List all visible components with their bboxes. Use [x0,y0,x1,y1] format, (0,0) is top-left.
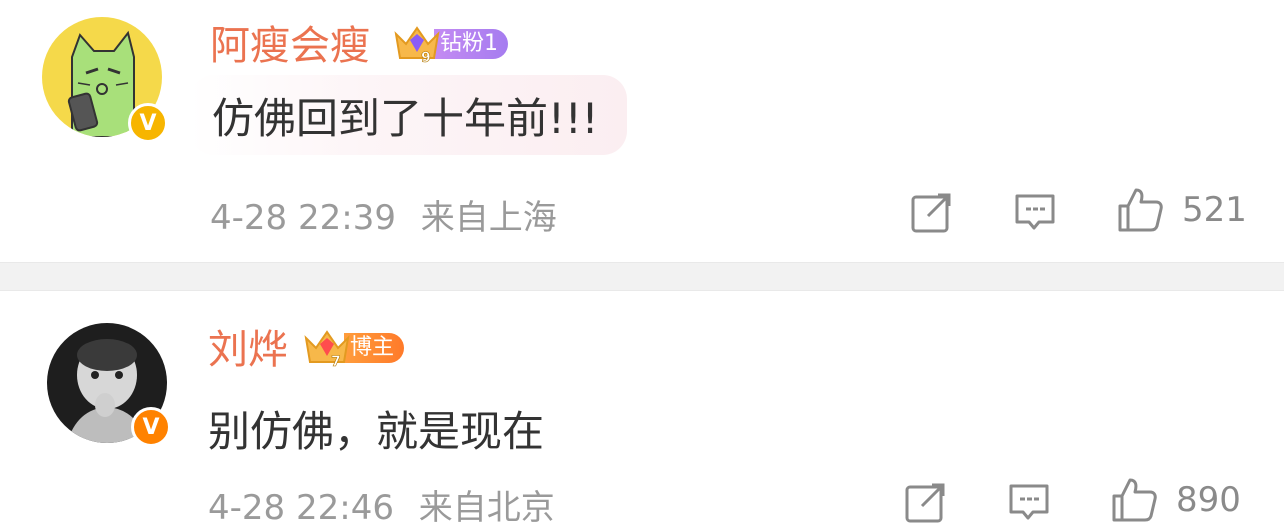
username[interactable]: 阿瘦会瘦 [210,26,370,66]
badge-label: 钻粉1 [434,29,508,59]
comment-text: 别仿佛，就是现在 [208,407,545,456]
location: 来自北京 [418,488,555,528]
creator-badge[interactable]: 7 博主 [302,330,405,370]
verified-badge: V [128,103,168,143]
crown-icon: 9 [392,22,442,66]
badge-level-number: 9 [421,50,431,66]
verified-badge: V [131,407,171,447]
like-count: 521 [1182,190,1247,230]
comment-text: 仿佛回到了十年前!!! [190,75,627,155]
comment-icon[interactable] [1007,480,1051,524]
comment-meta: 4-28 22:46 来自北京 [208,480,555,529]
like-icon[interactable] [1110,476,1158,524]
crown-icon: 7 [302,326,352,370]
comment-meta: 4-28 22:39 来自上海 [210,190,557,239]
timestamp: 4-28 22:39 [210,198,396,238]
verified-mark: V [142,414,160,440]
badge-level-number: 7 [331,354,341,370]
username[interactable]: 刘烨 [208,330,288,370]
timestamp: 4-28 22:46 [208,488,394,528]
comment-text-content: 仿佛回到了十年前!!! [212,93,599,143]
avatar[interactable]: V [47,323,171,447]
comment-divider [0,262,1284,291]
comment-item: V 阿瘦会瘦 9 钻粉1 仿佛回到了十年前!!! 4-28 22:39 来自上海 [0,0,1284,262]
share-icon[interactable] [910,190,954,234]
like-count: 890 [1176,480,1241,520]
comment-item [0,291,1284,526]
location: 来自上海 [420,198,557,238]
avatar[interactable]: V [42,17,168,143]
comment-icon[interactable] [1013,190,1057,234]
fan-level-badge[interactable]: 9 钻粉1 [392,26,508,66]
like-icon[interactable] [1116,186,1164,234]
badge-label: 博主 [344,333,405,363]
share-icon[interactable] [904,480,948,524]
verified-mark: V [139,110,157,136]
